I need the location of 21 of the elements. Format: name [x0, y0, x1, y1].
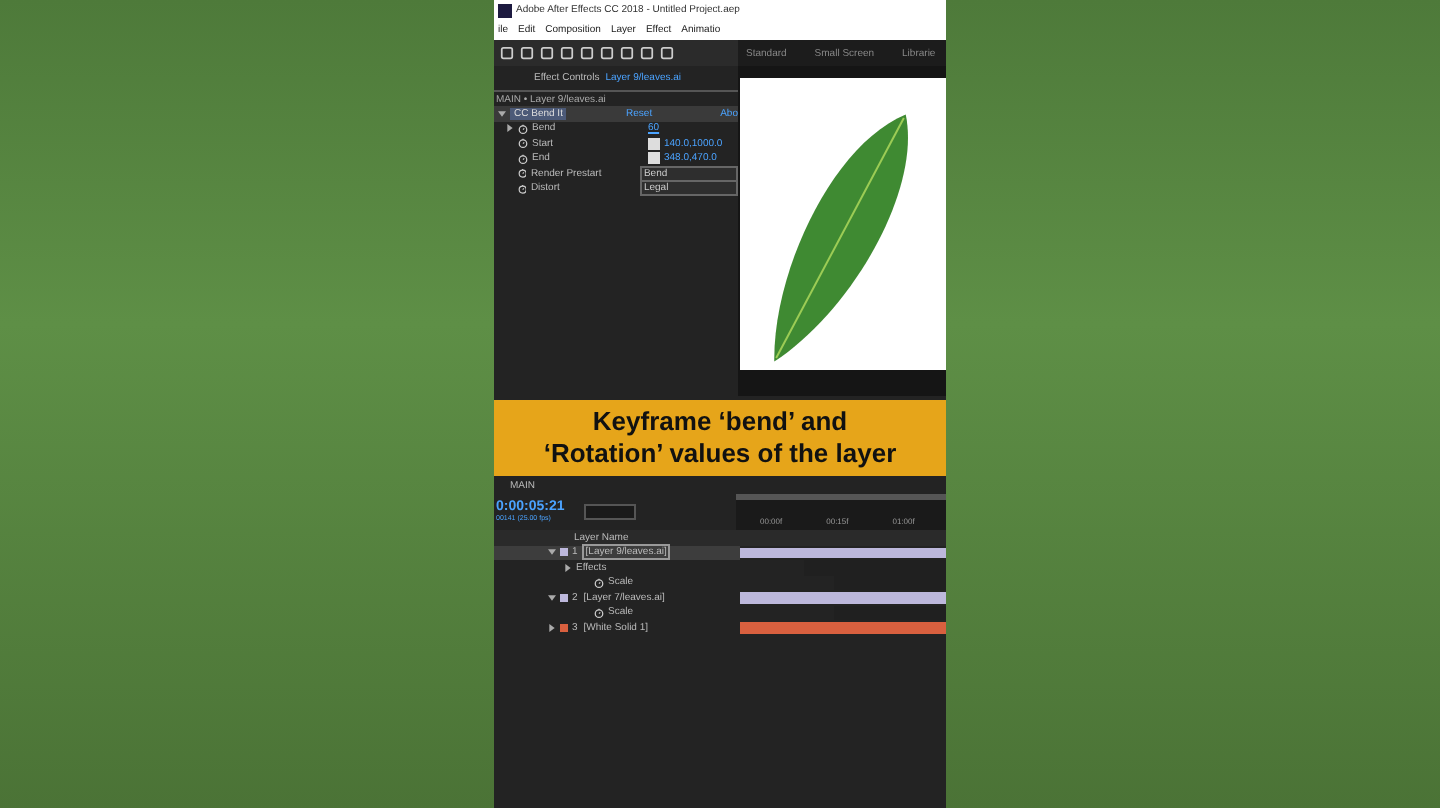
expanded-triangle-icon[interactable] [498, 109, 506, 118]
stopwatch-icon[interactable] [518, 138, 528, 149]
caption-line: Keyframe ‘bend’ and [592, 405, 848, 437]
stopwatch-icon[interactable] [518, 123, 528, 134]
search-field[interactable] [584, 503, 637, 519]
label-color-swatch[interactable] [560, 548, 568, 557]
label-color-swatch[interactable] [560, 623, 568, 632]
stopwatch-icon[interactable] [517, 183, 527, 194]
expanded-triangle-icon[interactable] [548, 548, 556, 557]
caption-line: ‘Rotation’ values of the layer [543, 437, 897, 469]
stopwatch-icon[interactable] [517, 168, 527, 179]
collapsed-triangle-icon[interactable] [506, 124, 514, 133]
expanded-triangle-icon[interactable] [548, 593, 556, 602]
collapsed-triangle-icon[interactable] [548, 623, 556, 632]
label-color-swatch[interactable] [560, 593, 568, 602]
stopwatch-icon[interactable] [518, 153, 528, 164]
stopwatch-icon[interactable] [594, 607, 604, 618]
layer-duration-bar[interactable] [740, 547, 946, 558]
app-logo-icon [498, 3, 512, 17]
collapsed-triangle-icon[interactable] [564, 563, 572, 572]
stopwatch-icon[interactable] [594, 577, 604, 588]
